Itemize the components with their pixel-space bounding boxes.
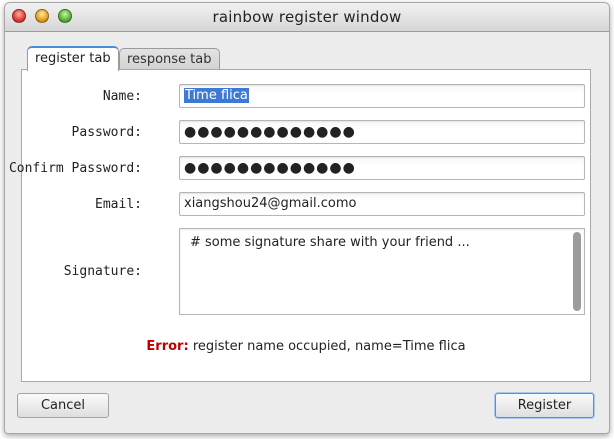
signature-scrollbar[interactable] [573, 232, 581, 311]
name-value: Time flica [184, 88, 249, 103]
cancel-button[interactable]: Cancel [17, 393, 109, 418]
signature-label: Signature: [63, 264, 142, 279]
name-label: Name: [102, 89, 142, 104]
email-value: xiangshou24@gmail.como [184, 196, 357, 211]
email-field[interactable]: xiangshou24@gmail.como [179, 192, 585, 216]
password-label: Password: [71, 125, 142, 140]
app-window: rainbow register window register tab res… [4, 2, 610, 434]
name-field[interactable]: Time flica [179, 84, 585, 108]
confirm-password-label: Confirm Password: [8, 161, 142, 176]
password-field[interactable]: ●●●●●●●●●●●●● [179, 120, 585, 144]
error-text: register name occupied, name=Time flica [192, 339, 466, 354]
error-message: Error: register name occupied, name=Time… [22, 339, 590, 354]
title-bar[interactable]: rainbow register window [5, 3, 609, 32]
confirm-password-field[interactable]: ●●●●●●●●●●●●● [179, 156, 585, 180]
signature-textarea[interactable]: # some signature share with your friend … [179, 228, 585, 315]
signature-value: # some signature share with your friend … [190, 235, 470, 250]
email-label: Email: [95, 197, 142, 212]
register-button[interactable]: Register [495, 393, 594, 418]
error-prefix: Error: [146, 339, 189, 354]
window-title: rainbow register window [212, 8, 402, 26]
confirm-password-value: ●●●●●●●●●●●●● [184, 160, 356, 176]
password-value: ●●●●●●●●●●●●● [184, 124, 356, 140]
register-panel: Name: Time flica Password: ●●●●●●●●●●●●●… [9, 69, 591, 382]
tab-response[interactable]: response tab [119, 48, 220, 70]
tab-register[interactable]: register tab [27, 46, 119, 71]
